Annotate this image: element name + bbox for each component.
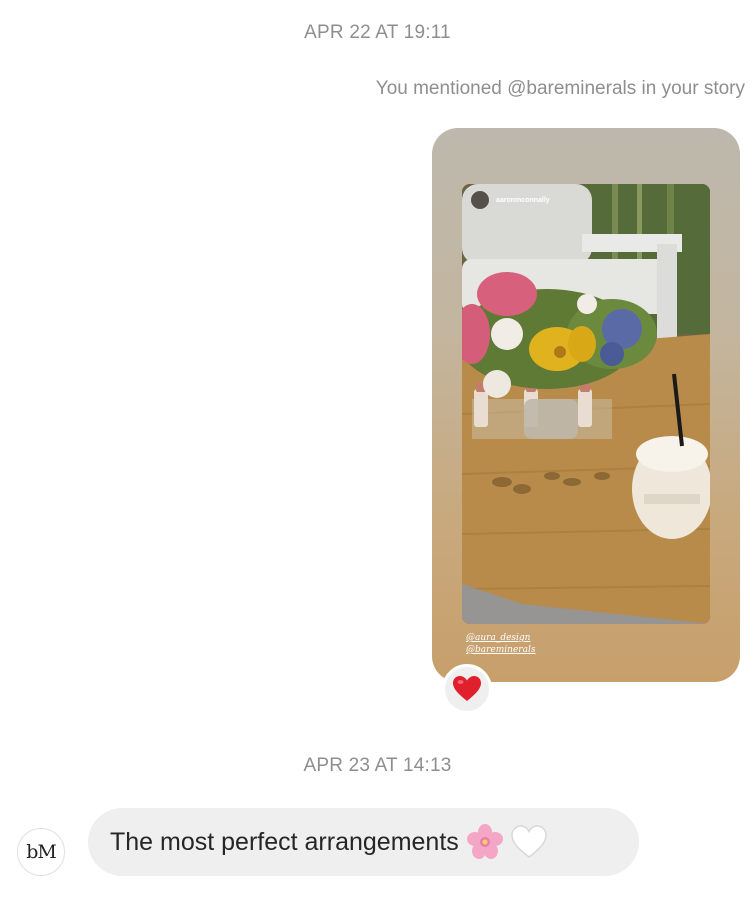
timestamp-apr-23: APR 23 AT 14:13	[303, 755, 452, 776]
story-tags: @aura_design @bareminerals	[466, 632, 535, 656]
message-text: The most perfect arrangements	[110, 827, 459, 856]
story-reply-card[interactable]: aaronmconnally @aura_design @baremineral…	[432, 128, 740, 682]
timestamp-apr-22: APR 22 AT 19:11	[304, 22, 451, 43]
story-user-header: aaronmconnally	[470, 190, 550, 210]
message-bubble[interactable]: The most perfect arrangements	[88, 808, 639, 876]
cherry-blossom-icon	[466, 824, 503, 859]
story-photo-image	[462, 184, 710, 624]
sender-avatar[interactable]: bM	[17, 828, 65, 876]
red-heart-icon	[453, 676, 481, 701]
white-heart-icon	[511, 825, 547, 858]
story-tag-bareminerals[interactable]: @bareminerals	[466, 644, 535, 656]
story-username: aaronmconnally	[496, 196, 550, 204]
story-user-avatar	[470, 190, 490, 210]
story-photo[interactable]: aaronmconnally	[462, 184, 710, 624]
story-tag-aura-design[interactable]: @aura_design	[466, 632, 535, 644]
story-mention-notice: You mentioned @bareminerals in your stor…	[375, 78, 745, 99]
story-reaction[interactable]	[442, 664, 492, 714]
